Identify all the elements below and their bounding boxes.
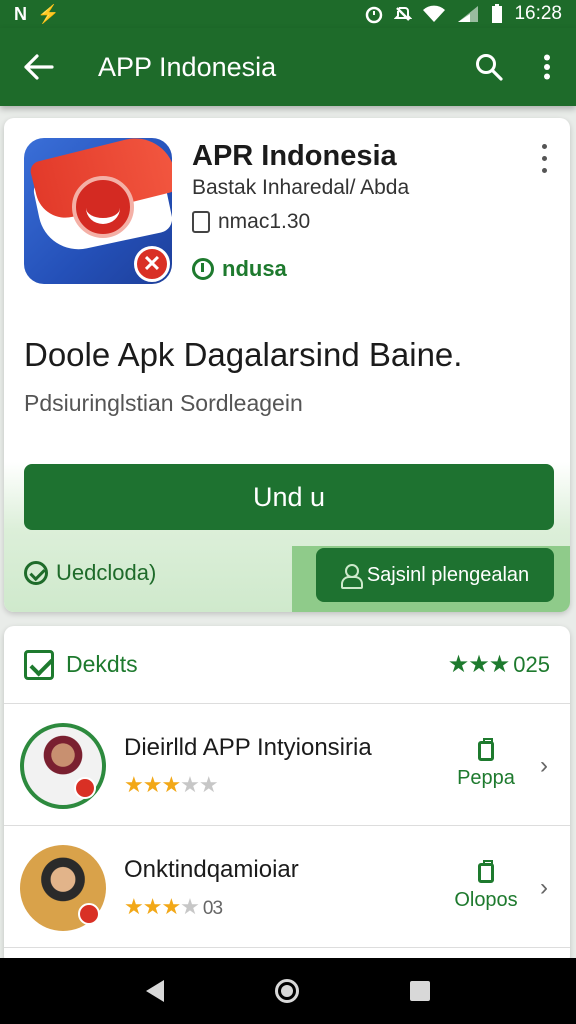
list-item-title: Onktindqamioiar (124, 855, 299, 883)
status-left-icons: N ⚡ (14, 4, 59, 25)
star-empty-icon: ★ (180, 893, 200, 919)
system-nav-bar (0, 958, 576, 1024)
list-item[interactable]: Onktindqamioiar ★★★★ 03 Olopos › (4, 828, 570, 948)
related-apps-card: Dekdts ★★★ 025 Dieirlld APP Intyionsiria… (4, 626, 570, 966)
nav-back-button[interactable] (145, 980, 164, 1002)
chevron-right-icon: › (540, 751, 548, 779)
rating-stars: ★★★★ 03 (124, 894, 446, 920)
list-item-side-label: Olopos (454, 889, 518, 911)
document-icon (192, 211, 210, 233)
search-button[interactable] (460, 53, 518, 81)
flash-icon: ⚡ (37, 3, 60, 24)
check-circle-icon (24, 561, 48, 585)
more-vert-icon (544, 54, 550, 80)
badge-icon (78, 902, 100, 925)
close-badge-icon: ✕ (134, 246, 170, 282)
app-developer: Bastak Inharedal/ Abda (192, 176, 410, 199)
home-circle-icon (274, 979, 299, 1003)
list-item-side: Olopos (446, 860, 526, 912)
battery-icon (492, 4, 503, 23)
list-item-title: Dieirlld APP Intyionsiria (124, 733, 372, 761)
avatar (20, 844, 106, 931)
signal-icon (458, 6, 479, 22)
chevron-right-icon: › (540, 873, 548, 901)
app-tag-text: ndusa (222, 256, 287, 281)
alarm-icon (366, 6, 383, 24)
app-detail-card: ✕ APR Indonesia Bastak Inharedal/ Abda n… (4, 118, 570, 612)
status-right-icons: 16:28 (364, 3, 562, 25)
list-header: Dekdts ★★★ 025 (4, 626, 570, 704)
app-logo: ✕ (24, 138, 172, 284)
triangle-back-icon (145, 980, 164, 1002)
app-size: nmac1.30 (192, 210, 310, 234)
app-tag: ndusa (192, 256, 287, 282)
list-item[interactable]: Dieirlld APP Intyionsiria ★★★★★ Peppa › (4, 706, 570, 826)
rating-suffix: 03 (202, 897, 223, 919)
avatar (20, 722, 106, 809)
search-icon (476, 54, 503, 81)
wifi-icon (423, 5, 446, 22)
arrow-back-icon (24, 54, 54, 80)
nav-recents-button[interactable] (410, 981, 431, 1001)
app-bar-title: APP Indonesia (98, 51, 277, 82)
clipboard-icon (478, 860, 494, 883)
badge-icon (74, 776, 96, 799)
rating-stars: ★★★★★ (124, 772, 446, 798)
star-icon: ★★★ (124, 893, 181, 919)
star-empty-icon: ★★ (180, 771, 218, 797)
clipboard-icon (478, 738, 494, 761)
overflow-menu-button[interactable] (518, 54, 576, 80)
verified-status: Uedcloda) (24, 560, 156, 586)
list-item-side-label: Peppa (457, 767, 515, 789)
secondary-action-button[interactable]: Sajsinl plengealan (316, 548, 554, 602)
app-name: APR Indonesia (192, 140, 397, 172)
status-time: 16:28 (514, 3, 562, 24)
app-headline: Doole Apk Dagalarsind Baine. (24, 336, 463, 373)
notification-icon: N (14, 3, 27, 24)
back-button[interactable] (0, 54, 78, 80)
verified-label: Uedcloda) (56, 560, 157, 585)
list-header-rating-value: 025 (513, 651, 550, 677)
smiley-logo-icon (72, 176, 134, 238)
list-item-side: Peppa (446, 738, 526, 790)
secondary-button-label: Sajsinl plengealan (366, 563, 530, 586)
square-recents-icon (410, 981, 431, 1001)
top-app-bar: APP Indonesia (0, 28, 576, 106)
power-icon (192, 258, 214, 280)
app-subline: Pdsiuringlstian Sordleagein (24, 390, 303, 416)
install-button[interactable]: Und u (24, 464, 554, 530)
checkbox-icon[interactable] (24, 649, 54, 680)
nav-home-button[interactable] (274, 979, 299, 1003)
status-bar: N ⚡ 16:28 (0, 0, 576, 28)
person-icon (340, 564, 363, 589)
app-size-text: nmac1.30 (218, 210, 311, 233)
list-header-rating: ★★★ 025 (448, 650, 550, 679)
stars-icon: ★★★ (447, 651, 511, 678)
card-more-button[interactable] (532, 140, 556, 176)
mute-icon (394, 7, 413, 21)
star-icon: ★★★ (124, 771, 181, 797)
list-header-label: Dekdts (66, 651, 138, 677)
